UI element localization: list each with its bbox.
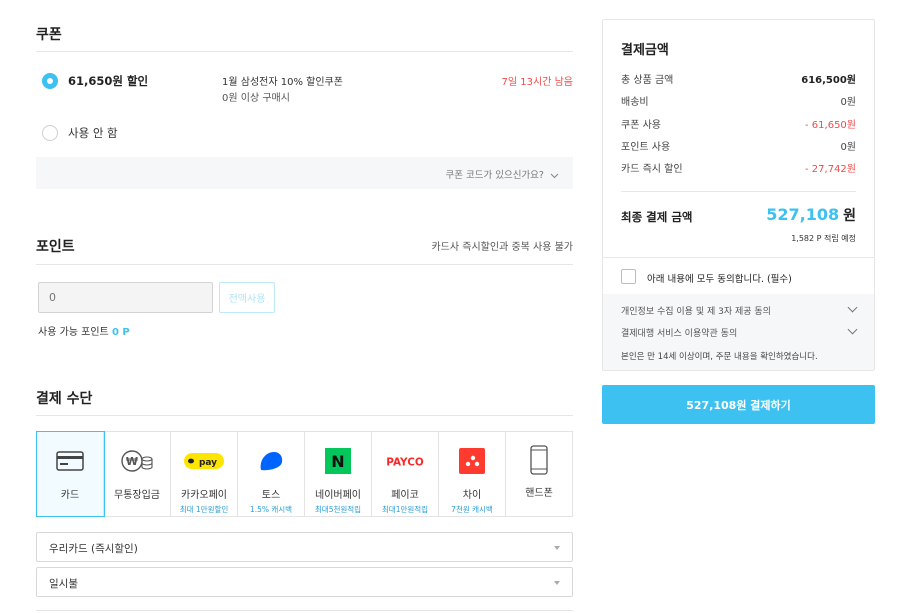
payment-methods: 카드 ₩ 무통장입금 pay 카카오페이 최대 1만원할인 토스 1.5% 캐시…: [36, 431, 573, 517]
final-amount-label: 최종 결제 금액: [621, 210, 693, 224]
summary-row-value: 0원: [840, 142, 856, 153]
method-benefit: 최대5천원적립: [314, 505, 362, 514]
phone-icon: [519, 445, 559, 475]
caret-down-icon: [554, 581, 560, 585]
coupon-discount-label[interactable]: 61,650원 할인: [68, 73, 148, 89]
method-label: 카드: [60, 490, 80, 501]
method-naverpay[interactable]: N 네이버페이 최대5천원적립: [305, 432, 372, 516]
agree-note: 본인은 만 14세 이상이며, 주문 내용을 확인하였습니다.: [621, 352, 818, 362]
coupon-name: 1월 삼성전자 10% 할인쿠폰: [222, 77, 343, 88]
method-label: 토스: [261, 490, 281, 501]
summary-row-label: 포인트 사용: [621, 142, 671, 153]
agree-all-checkbox[interactable]: [621, 269, 636, 284]
agree-item-pg-terms[interactable]: 결제대행 서비스 이용약관 동의: [621, 326, 737, 339]
method-benefit: 최대 1만원할인: [179, 505, 229, 514]
payment-bottom-divider: [36, 610, 573, 611]
kakaopay-icon: pay: [184, 448, 224, 474]
payco-icon: PAYCO: [385, 448, 425, 474]
agree-item-label: 개인정보 수집 이용 및 제 3자 제공 동의: [621, 307, 771, 317]
installment-select[interactable]: 일시불: [36, 567, 573, 597]
method-label: 핸드폰: [525, 488, 553, 499]
summary-row-label: 총 상품 금액: [621, 75, 674, 86]
coupon-code-link[interactable]: 쿠폰 코드가 있으신가요?: [445, 167, 559, 181]
point-note: 카드사 즉시할인과 중복 사용 불가: [431, 242, 573, 253]
use-all-points-button[interactable]: 전액사용: [219, 282, 275, 313]
method-bank-transfer[interactable]: ₩ 무통장입금: [104, 432, 171, 516]
summary-row-label: 쿠폰 사용: [621, 120, 661, 131]
coupon-divider: [36, 51, 573, 52]
toss-icon: [251, 448, 291, 474]
summary-divider: [603, 257, 874, 258]
method-label: 차이: [462, 490, 482, 501]
summary-row-total: 총 상품 금액 616,500원: [621, 71, 856, 86]
summary-row-point: 포인트 사용 0원: [621, 138, 856, 153]
coupon-remaining-time: 7일 13시간 남음: [501, 77, 573, 88]
coupon-code-link-label: 쿠폰 코드가 있으신가요?: [445, 170, 544, 181]
coupon-radio-selected[interactable]: [42, 73, 58, 89]
final-point-earn: 1,582 P 적립 예정: [791, 234, 856, 243]
agree-item-label: 결제대행 서비스 이용약관 동의: [621, 329, 738, 339]
card-icon: [50, 448, 90, 474]
kakaopay-logo-text: pay: [199, 458, 217, 468]
final-amount-unit: 원: [843, 208, 856, 224]
agree-panel: 개인정보 수집 이용 및 제 3자 제공 동의 결제대행 서비스 이용약관 동의…: [603, 294, 874, 370]
method-chai[interactable]: 차이 7천원 캐시백: [439, 432, 506, 516]
summary-row-value: - 27,742원: [805, 164, 856, 175]
method-benefit: 7천원 캐시백: [451, 505, 493, 514]
summary-row-card-discount: 카드 즉시 할인 - 27,742원: [621, 160, 856, 175]
summary-row-shipping: 배송비 0원: [621, 93, 856, 108]
svg-text:₩: ₩: [126, 455, 138, 468]
final-amount: 527,108 원: [766, 205, 856, 225]
point-input[interactable]: [38, 282, 213, 313]
agree-all-label[interactable]: 아래 내용에 모두 동의합니다. (필수): [647, 271, 792, 285]
installment-value: 일시불: [49, 578, 78, 590]
method-benefit: 최대1만원적립: [381, 505, 429, 514]
agree-item-privacy[interactable]: 개인정보 수집 이용 및 제 3자 제공 동의: [621, 304, 771, 317]
naverpay-logo-text: N: [331, 452, 344, 471]
method-label: 페이코: [391, 490, 419, 501]
cash-icon: ₩: [117, 448, 157, 474]
coupon-section-title: 쿠폰: [36, 27, 62, 43]
card-company-select[interactable]: 우리카드 (즉시할인): [36, 532, 573, 562]
summary-row-label: 배송비: [621, 97, 649, 108]
chai-icon: [452, 448, 492, 474]
naverpay-icon: N: [318, 448, 358, 474]
point-divider: [36, 264, 573, 265]
point-section-title: 포인트: [36, 239, 75, 255]
card-company-value: 우리카드 (즉시할인): [49, 543, 138, 555]
summary-title: 결제금액: [621, 43, 669, 58]
method-kakaopay[interactable]: pay 카카오페이 최대 1만원할인: [171, 432, 238, 516]
available-points-label: 사용 가능 포인트: [38, 327, 109, 338]
chevron-down-icon[interactable]: [847, 302, 858, 313]
chevron-down-icon[interactable]: [847, 324, 858, 335]
payment-summary: 결제금액 총 상품 금액 616,500원 배송비 0원 쿠폰 사용 - 61,…: [602, 19, 875, 371]
payment-divider: [36, 415, 573, 416]
available-points: 사용 가능 포인트 0 P: [38, 323, 130, 338]
method-label: 무통장입금: [114, 490, 160, 501]
summary-row-value: 0원: [840, 97, 856, 108]
method-card[interactable]: 카드: [36, 431, 105, 517]
method-label: 카카오페이: [181, 490, 227, 501]
payment-section-title: 결제 수단: [36, 391, 93, 407]
chevron-down-icon: [550, 173, 559, 178]
summary-row-coupon: 쿠폰 사용 - 61,650원: [621, 116, 856, 131]
pay-button[interactable]: 527,108원 결제하기: [602, 385, 875, 424]
available-points-value: 0 P: [111, 327, 130, 338]
final-amount-value: 527,108: [766, 205, 840, 224]
coupon-radio-none[interactable]: [42, 125, 58, 141]
summary-row-value: - 61,650원: [805, 120, 856, 131]
coupon-none-label[interactable]: 사용 안 함: [68, 125, 118, 141]
method-phone[interactable]: 핸드폰: [506, 432, 572, 516]
method-toss[interactable]: 토스 1.5% 캐시백: [238, 432, 305, 516]
summary-divider: [621, 191, 856, 192]
caret-down-icon: [554, 546, 560, 550]
method-payco[interactable]: PAYCO 페이코 최대1만원적립: [372, 432, 439, 516]
payco-logo-text: PAYCO: [386, 456, 424, 468]
method-benefit: 1.5% 캐시백: [249, 505, 293, 514]
coupon-condition: 0원 이상 구매시: [222, 93, 290, 104]
method-label: 네이버페이: [315, 490, 361, 501]
coupon-code-bar: 쿠폰 코드가 있으신가요?: [36, 157, 573, 189]
summary-row-label: 카드 즉시 할인: [621, 164, 683, 175]
summary-row-value: 616,500원: [801, 75, 856, 86]
